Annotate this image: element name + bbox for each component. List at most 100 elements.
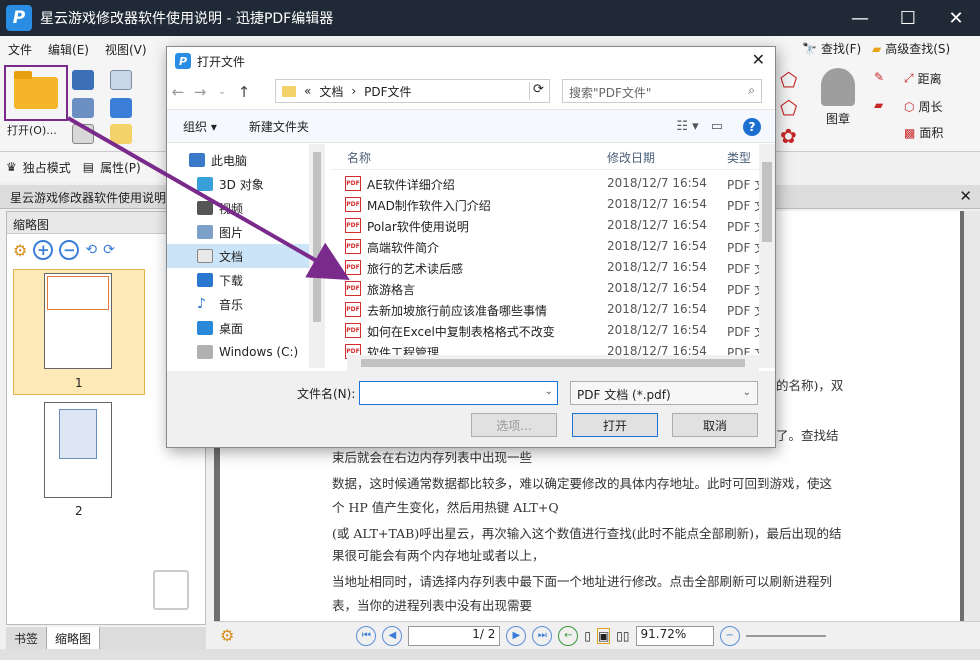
exclusive-mode-button[interactable]: 独占模式 bbox=[23, 159, 71, 176]
new-folder-button[interactable]: 新建文件夹 bbox=[233, 118, 325, 135]
music-icon: ♪ bbox=[197, 296, 206, 312]
back-arrow-icon[interactable]: ← bbox=[167, 83, 189, 101]
find-button[interactable]: 🔭 查找(F) bbox=[802, 40, 861, 57]
continuous-page-icon[interactable]: ▣ bbox=[596, 627, 611, 644]
eraser-tool[interactable]: ▰ bbox=[874, 98, 883, 112]
file-type: PDF 文 bbox=[727, 283, 759, 297]
prev-page-icon[interactable]: ◀ bbox=[382, 625, 403, 646]
open-file-button[interactable]: 打开 bbox=[572, 413, 658, 437]
page-number-input[interactable]: 1/ 2 bbox=[408, 625, 501, 646]
refresh-icon[interactable]: ⟳ bbox=[529, 82, 547, 100]
advanced-find-button[interactable]: ▰ 高级查找(S) bbox=[872, 40, 950, 57]
chevron-down-icon[interactable]: ⌄ bbox=[545, 386, 553, 397]
email-icon[interactable] bbox=[110, 70, 132, 90]
organize-button[interactable]: 组织 ▾ bbox=[167, 118, 233, 135]
breadcrumb-pdf[interactable]: PDF文件 bbox=[364, 83, 411, 100]
last-page-icon[interactable]: ⏭ bbox=[532, 625, 553, 646]
next-page-icon[interactable]: ▶ bbox=[506, 625, 527, 646]
file-row[interactable]: PDF 旅行的艺术读后感 2018/12/7 16:54 PDF 文 bbox=[345, 258, 775, 279]
open-label[interactable]: 打开(O)... bbox=[7, 122, 57, 138]
document-tab[interactable]: 星云游戏修改器软件使用说明 bbox=[10, 189, 166, 206]
file-row[interactable]: PDF 去新加坡旅行前应该准备哪些事情 2018/12/7 16:54 PDF 文 bbox=[345, 300, 775, 321]
export-icon[interactable] bbox=[72, 124, 94, 144]
search-input[interactable]: 搜索"PDF文件" ⌕ bbox=[562, 79, 762, 103]
settings-icon[interactable]: ⚙ bbox=[13, 241, 27, 260]
thumbnail-page-2[interactable] bbox=[44, 402, 112, 498]
column-type[interactable]: 类型 bbox=[727, 149, 751, 166]
settings-icon[interactable]: ⚙ bbox=[220, 626, 234, 645]
distance-tool[interactable]: ⤢ 距离 bbox=[904, 70, 942, 87]
zoom-slider[interactable] bbox=[745, 634, 826, 637]
single-page-icon[interactable]: ▯ bbox=[584, 629, 591, 643]
preview-pane-icon[interactable]: ▭ bbox=[711, 119, 723, 134]
pencil-tool[interactable]: ✎ bbox=[874, 70, 884, 84]
shape-polygon-icon[interactable]: ⬠ bbox=[780, 68, 797, 92]
thumbnail-page-1[interactable] bbox=[44, 273, 112, 369]
filename-input[interactable]: ⌄ bbox=[359, 381, 558, 405]
document-icon bbox=[197, 249, 213, 263]
save-icon[interactable] bbox=[72, 70, 94, 90]
document-scrollbar[interactable] bbox=[964, 211, 980, 625]
menu-edit[interactable]: 编辑(E) bbox=[40, 41, 97, 58]
filetype-select[interactable]: PDF 文档 (*.pdf) ⌄ bbox=[570, 381, 758, 405]
stamp-button[interactable]: 图章 bbox=[815, 68, 861, 126]
column-name[interactable]: 名称 bbox=[347, 149, 371, 166]
thumbnail-number: 1 bbox=[75, 376, 83, 390]
shape-pentagon-icon[interactable]: ⬠ bbox=[780, 96, 797, 120]
nav-item-documents[interactable]: 文档 bbox=[167, 244, 309, 268]
document-tab-close-icon[interactable]: ✕ bbox=[959, 187, 972, 205]
zoom-input[interactable]: 91.72% bbox=[635, 625, 714, 646]
column-date[interactable]: 修改日期 bbox=[607, 149, 655, 166]
properties-button[interactable]: 属性(P) bbox=[100, 159, 141, 176]
menu-view[interactable]: 视图(V) bbox=[97, 41, 155, 58]
up-arrow-icon[interactable]: ↑ bbox=[233, 83, 255, 101]
history-dropdown-icon[interactable]: ⌄ bbox=[211, 87, 233, 97]
file-row[interactable]: PDF 高端软件简介 2018/12/7 16:54 PDF 文 bbox=[345, 237, 775, 258]
zoom-out-button[interactable]: − bbox=[719, 625, 740, 646]
open-button[interactable] bbox=[4, 65, 68, 121]
zoom-in-icon[interactable]: + bbox=[33, 240, 54, 260]
file-row[interactable]: PDF AE软件详细介绍 2018/12/7 16:54 PDF 文 bbox=[345, 174, 775, 195]
cancel-button[interactable]: 取消 bbox=[672, 413, 758, 437]
area-tool[interactable]: ▩ 面积 bbox=[904, 124, 943, 141]
menu-file[interactable]: 文件 bbox=[0, 41, 40, 58]
minimize-button[interactable]: — bbox=[836, 0, 884, 36]
dialog-close-icon[interactable]: ✕ bbox=[752, 50, 765, 69]
horizontal-scroll-thumb[interactable] bbox=[361, 359, 745, 367]
rotate-left-icon[interactable]: ⟲ bbox=[85, 242, 97, 258]
navigation-scrollbar[interactable] bbox=[309, 144, 325, 368]
file-row[interactable]: PDF Polar软件使用说明 2018/12/7 16:54 PDF 文 bbox=[345, 216, 775, 237]
file-row[interactable]: PDF MAD制作软件入门介绍 2018/12/7 16:54 PDF 文 bbox=[345, 195, 775, 216]
nav-item-this-pc[interactable]: 此电脑 bbox=[189, 148, 323, 172]
file-list-scrollbar[interactable] bbox=[759, 144, 775, 368]
options-button[interactable]: 选项... bbox=[471, 413, 557, 437]
tab-thumbnails[interactable]: 缩略图 bbox=[47, 627, 101, 649]
forward-arrow-icon[interactable]: → bbox=[189, 83, 211, 101]
horizontal-scrollbar[interactable] bbox=[347, 355, 759, 371]
breadcrumb-documents[interactable]: 文档 bbox=[319, 83, 343, 100]
file-date: 2018/12/7 16:54 bbox=[607, 302, 707, 316]
shape-cloud-icon[interactable]: ✿ bbox=[780, 124, 797, 148]
bottom-strip bbox=[0, 649, 980, 660]
new-doc-icon[interactable] bbox=[110, 124, 132, 144]
maximize-button[interactable]: ☐ bbox=[884, 0, 932, 36]
zoom-out-icon[interactable]: − bbox=[59, 240, 80, 260]
help-icon[interactable]: ? bbox=[743, 118, 761, 136]
address-bar[interactable]: « 文档 › PDF文件 ⟳ bbox=[275, 79, 550, 103]
distance-label: 距离 bbox=[917, 72, 942, 86]
file-row[interactable]: PDF 旅游格言 2018/12/7 16:54 PDF 文 bbox=[345, 279, 775, 300]
scan-icon[interactable] bbox=[110, 98, 132, 118]
print-icon[interactable] bbox=[72, 98, 94, 118]
file-row[interactable]: PDF 如何在Excel中复制表格格式不改变 2018/12/7 16:54 PDF … bbox=[345, 321, 775, 342]
first-page-icon[interactable]: ⏮ bbox=[356, 625, 377, 646]
doc-line: 当地址相同时，请选择内存列表中最下面一个地址进行修改。点击全部刷新可以刷新进程列 bbox=[332, 574, 833, 589]
back-icon[interactable]: ← bbox=[558, 625, 579, 646]
close-button[interactable]: ✕ bbox=[932, 0, 980, 36]
navigation-scroll-thumb[interactable] bbox=[313, 152, 321, 322]
file-scroll-thumb[interactable] bbox=[762, 162, 772, 242]
facing-page-icon[interactable]: ▯▯ bbox=[616, 629, 629, 643]
rotate-right-icon[interactable]: ⟳ bbox=[103, 242, 115, 258]
view-options-icon[interactable]: ☷ ▾ bbox=[676, 119, 698, 134]
perimeter-tool[interactable]: ⬡ 周长 bbox=[904, 98, 943, 115]
tab-bookmarks[interactable]: 书签 bbox=[6, 627, 48, 649]
